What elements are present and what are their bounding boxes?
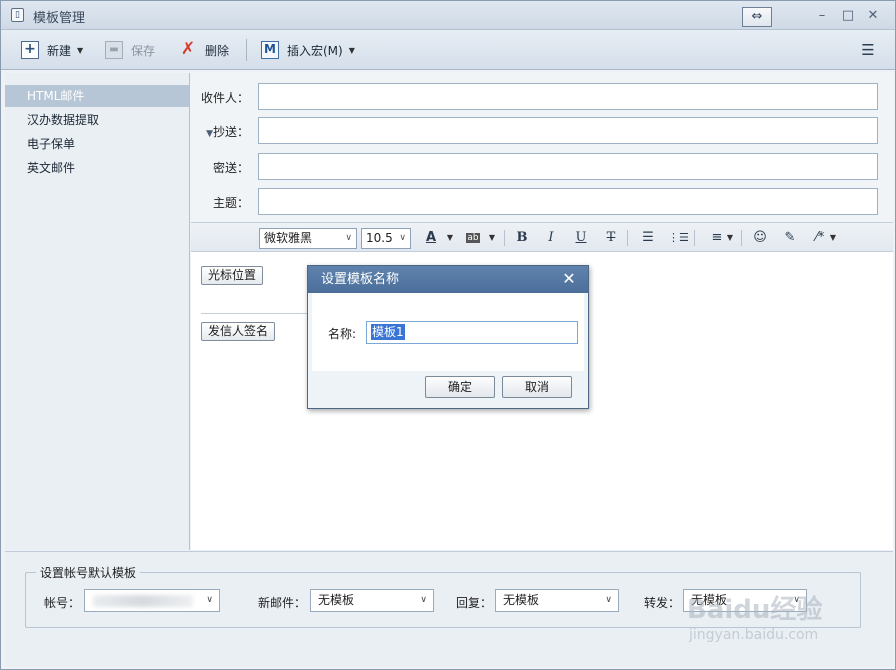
chevron-down-icon[interactable]: ▼: [828, 228, 838, 248]
chevron-down-icon[interactable]: ▼: [445, 228, 455, 248]
cancel-button[interactable]: 取消: [502, 376, 572, 398]
bullet-list-icon[interactable]: ☰: [638, 228, 658, 248]
template-item-html[interactable]: HTML邮件: [5, 85, 189, 107]
set-template-name-dialog: 设置模板名称 ✕ 名称: 模板1 确定 取消: [307, 265, 589, 409]
toolbar-divider: [246, 39, 247, 61]
font-size-value: 10.5: [366, 231, 393, 245]
close-icon[interactable]: ✕: [560, 269, 578, 289]
italic-icon[interactable]: I: [541, 228, 561, 248]
dialog-title-bar: 设置模板名称 ✕: [308, 266, 588, 293]
format-toolbar: 微软雅黑 ∨ 10.5 ∨ A ▼ ab ▼ B I U T ☰ ⋮☰ ≡ ▼ …: [191, 222, 893, 252]
title-bar: ▯ 模板管理 ⇔ – □ ✕: [1, 1, 895, 30]
template-name-value: 模板1: [371, 324, 405, 340]
list-menu-icon[interactable]: ☰: [859, 41, 877, 59]
chevron-down-icon: ∨: [605, 595, 612, 605]
minimize-icon[interactable]: –: [813, 7, 831, 25]
delete-label: 删除: [205, 43, 230, 58]
app-icon: ▯: [11, 8, 24, 22]
group-title: 设置帐号默认模板: [36, 564, 141, 581]
template-item-english[interactable]: 英文邮件: [5, 157, 189, 179]
new-mail-template-value: 无模板: [318, 593, 355, 607]
subject-label: 主题：: [212, 196, 249, 210]
maximize-icon[interactable]: □: [839, 7, 857, 25]
underline-icon[interactable]: U: [571, 228, 591, 248]
template-list: HTML邮件 汉办数据提取 电子保单 英文邮件: [5, 73, 190, 550]
strikethrough-icon[interactable]: T: [601, 228, 621, 248]
emoji-icon[interactable]: ☺: [750, 228, 770, 248]
plus-icon: +: [21, 41, 39, 59]
reply-label: 回复：: [456, 596, 493, 610]
numbered-list-icon[interactable]: ⋮☰: [668, 228, 689, 248]
delete-button[interactable]: ✗ 删除: [179, 39, 229, 61]
watermark-brand: Baidu经验: [687, 595, 823, 625]
font-family-value: 微软雅黑: [264, 231, 313, 245]
close-icon[interactable]: ✕: [864, 7, 882, 25]
chevron-down-icon: ▼: [77, 45, 84, 55]
account-label: 帐号：: [44, 596, 81, 610]
font-color-icon[interactable]: A: [421, 228, 441, 248]
cc-label: 抄送：: [212, 125, 249, 139]
name-label: 名称:: [328, 327, 357, 341]
editor-divider: [201, 313, 321, 314]
clear-format-icon[interactable]: ✎: [780, 228, 800, 248]
new-button[interactable]: + 新建 ▼: [21, 39, 83, 61]
cc-field[interactable]: [258, 117, 878, 144]
cursor-position-button[interactable]: 光标位置: [201, 266, 264, 285]
chevron-down-icon[interactable]: ▼: [487, 228, 497, 248]
font-size-select[interactable]: 10.5 ∨: [361, 228, 411, 249]
new-label: 新建: [47, 43, 72, 58]
chevron-down-icon: ∨: [399, 233, 406, 243]
delete-x-icon: ✗: [180, 39, 196, 59]
bcc-field[interactable]: [258, 153, 878, 180]
dialog-body: 名称: 模板1: [312, 293, 584, 371]
expand-triangle-icon: ▼: [206, 129, 213, 139]
dialog-title: 设置模板名称: [321, 272, 400, 287]
macro-m-icon: M: [261, 41, 279, 59]
template-manager-window: ▯ 模板管理 ⇔ – □ ✕ + 新建 ▼ ▬ 保存 ✗ 删除 M 插入宏(M)…: [0, 0, 896, 670]
chevron-down-icon: ▼: [348, 45, 355, 55]
font-family-select[interactable]: 微软雅黑 ∨: [259, 228, 357, 249]
toolbar: + 新建 ▼ ▬ 保存 ✗ 删除 M 插入宏(M) ▼ ☰: [1, 30, 895, 70]
insert-macro-button[interactable]: M 插入宏(M) ▼: [261, 39, 355, 61]
reply-template-value: 无模板: [503, 593, 540, 607]
ok-button[interactable]: 确定: [425, 376, 495, 398]
chevron-down-icon: ∨: [420, 595, 427, 605]
template-name-input[interactable]: 模板1: [366, 321, 578, 344]
new-mail-template-select[interactable]: 无模板 ∨: [310, 589, 434, 612]
floppy-disk-icon: ▬: [105, 41, 123, 59]
to-field[interactable]: [258, 83, 878, 110]
save-label: 保存: [131, 43, 156, 58]
bcc-label: 密送：: [212, 161, 249, 175]
header-fields: 收件人： ▼抄送： 密送： 主题：: [191, 73, 893, 222]
format-divider: [504, 230, 505, 246]
forward-label: 转发：: [644, 596, 681, 610]
watermark-url: jingyan.baidu.com: [689, 627, 819, 643]
format-divider: [741, 230, 742, 246]
format-divider: [627, 230, 628, 246]
redacted-account: [93, 595, 193, 607]
chevron-down-icon: ∨: [206, 595, 213, 605]
template-item-hanban[interactable]: 汉办数据提取: [5, 109, 189, 131]
sender-signature-button[interactable]: 发信人签名: [201, 322, 276, 341]
bold-icon[interactable]: B: [512, 228, 532, 248]
subject-field[interactable]: [258, 188, 878, 215]
highlight-color-icon[interactable]: ab: [463, 228, 483, 248]
account-select[interactable]: ∨: [84, 589, 220, 612]
cc-label-wrap[interactable]: ▼抄送：: [193, 123, 249, 140]
template-item-policy[interactable]: 电子保单: [5, 133, 189, 155]
chevron-down-icon[interactable]: ▼: [725, 228, 735, 248]
window-title: 模板管理: [33, 11, 86, 26]
chevron-down-icon: ∨: [345, 233, 352, 243]
magic-wand-icon[interactable]: ⁄*: [810, 228, 830, 248]
format-divider: [694, 230, 695, 246]
save-button[interactable]: ▬ 保存: [105, 39, 155, 61]
to-label: 收件人：: [200, 91, 249, 105]
new-mail-label: 新邮件：: [258, 596, 307, 610]
resize-icon[interactable]: ⇔: [742, 7, 772, 27]
insert-macro-label: 插入宏(M): [287, 43, 343, 58]
baidu-watermark: Baidu经验 jingyan.baidu.com: [687, 577, 883, 653]
align-icon[interactable]: ≡: [707, 228, 727, 248]
reply-template-select[interactable]: 无模板 ∨: [495, 589, 619, 612]
